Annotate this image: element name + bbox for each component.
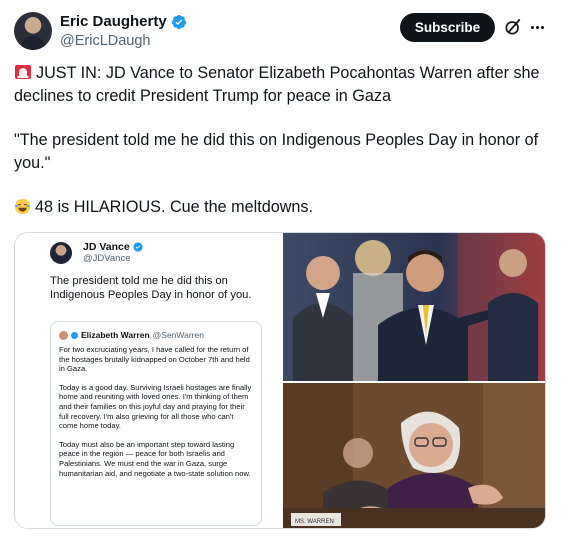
media-grid[interactable]: JD Vance @JDVance The president told me … [14, 232, 546, 529]
tweet-paragraph-3: 48 is HILARIOUS. Cue the meltdowns. [14, 196, 559, 219]
laughing-emoji-icon [14, 198, 31, 215]
tweet-line-2: "The president told me he did this on In… [14, 131, 539, 172]
tweet-line-1: JUST IN: JD Vance to Senator Elizabeth P… [14, 64, 540, 105]
author-handle[interactable]: @EricLDaugh [60, 33, 150, 49]
embedded-display-name: JD Vance [83, 241, 130, 253]
embedded-handle: @JDVance [83, 253, 131, 264]
quoted-tweet-body: For two excruciating years, I have calle… [59, 345, 253, 478]
photo-warren-image: MS. WARREN [283, 383, 545, 528]
author-display-name[interactable]: Eric Daugherty [60, 13, 167, 30]
subscribe-button[interactable]: Subscribe [400, 13, 495, 42]
quoted-paragraph-2: Today is a good day. Surviving Israeli h… [59, 382, 252, 431]
verified-badge-icon [71, 331, 78, 339]
photo-warren-speaking[interactable]: MS. WARREN [283, 383, 545, 528]
dot-icon [540, 25, 544, 29]
tweet-paragraph-2: "The president told me he did this on In… [14, 129, 559, 174]
quoted-handle: @SenWarren [152, 330, 204, 340]
nameplate-text: MS. WARREN [295, 519, 334, 525]
dot-icon [530, 25, 534, 29]
photo-vance-pointing[interactable] [283, 233, 545, 381]
quoted-tweet: Elizabeth Warren @SenWarren For two excr… [50, 321, 262, 526]
dot-icon [535, 25, 539, 29]
tweet-body: JUST IN: JD Vance to Senator Elizabeth P… [14, 62, 559, 241]
verified-badge-icon [171, 14, 186, 29]
embedded-tweet-screenshot[interactable]: JD Vance @JDVance The president told me … [15, 233, 281, 528]
tweet-line-3: 48 is HILARIOUS. Cue the meltdowns. [35, 198, 314, 216]
quoted-tweet-header: Elizabeth Warren @SenWarren [59, 330, 253, 340]
embedded-name-row: JD Vance [83, 241, 143, 253]
tweet-paragraph-1: JUST IN: JD Vance to Senator Elizabeth P… [14, 62, 559, 107]
author-avatar[interactable] [14, 12, 52, 50]
embedded-tweet-text: The president told me he did this on Ind… [50, 275, 252, 301]
siren-emoji-icon [15, 65, 31, 79]
quoted-paragraph-1: For two excruciating years, I have calle… [59, 345, 250, 374]
verified-badge-icon [133, 242, 143, 252]
tweet-header: Eric Daugherty @EricLDaugh Subscribe [0, 0, 568, 62]
author-name-row[interactable]: Eric Daugherty [60, 13, 187, 30]
quoted-avatar [59, 330, 68, 340]
quoted-paragraph-3: Today must also be an important step tow… [59, 439, 251, 478]
grok-icon[interactable] [503, 17, 523, 37]
quoted-display-name: Elizabeth Warren [81, 330, 150, 340]
more-options-icon[interactable] [527, 17, 547, 37]
photo-vance-image [283, 233, 545, 381]
embedded-avatar [50, 242, 72, 264]
